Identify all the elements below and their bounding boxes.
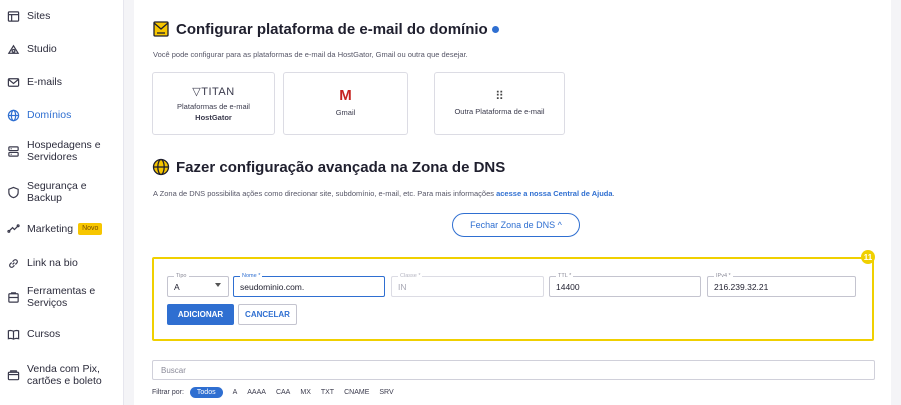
dns-section-title: Fazer configuração avançada na Zona de D… [152, 158, 505, 176]
sidebar-item-cursos[interactable]: Cursos [0, 327, 124, 341]
sidebar-item-label: Domínios [27, 109, 72, 121]
field-label: IPv4 * [714, 272, 733, 280]
sidebar-item-label: Marketing [27, 223, 74, 235]
dns-panel: Configurar plataforma de e-mail do domín… [134, 0, 891, 405]
name-field[interactable]: Nome * seudominio.com. [233, 272, 385, 297]
app-root: Sites Studio E-mails Domínios Hospedagen… [0, 0, 901, 405]
sidebar-item-label: Link na bio [27, 257, 78, 269]
globe-icon [152, 158, 170, 176]
globe-icon [6, 108, 20, 122]
sidebar-item-label: Segurança e Backup [27, 180, 87, 204]
sidebar-item-link-na-bio[interactable]: Link na bio [0, 256, 124, 270]
sidebar-item-label: Venda com Pix, cartões e boleto [27, 363, 102, 387]
filter-chip-mx[interactable]: MX [300, 389, 311, 396]
sidebar-item-label: Hospedagens e Servidores [27, 139, 101, 163]
ipv4-field[interactable]: IPv4 * 216.239.32.21 [707, 272, 856, 297]
field-value: IN [398, 282, 407, 292]
marketing-icon [6, 222, 20, 236]
payment-icon [6, 368, 20, 382]
email-section-title: Configurar plataforma de e-mail do domín… [152, 20, 499, 38]
platform-card-other[interactable]: ⠿ Outra Plataforma de e-mail [434, 72, 565, 135]
search-placeholder: Buscar [161, 366, 186, 375]
cancel-button[interactable]: CANCELAR [238, 304, 297, 325]
filter-chip-caa[interactable]: CAA [276, 389, 290, 396]
chevron-down-icon [215, 283, 221, 287]
field-value: 14400 [556, 282, 580, 292]
sidebar-item-emails[interactable]: E-mails [0, 75, 124, 89]
field-value: A [174, 282, 180, 292]
mail-config-icon [152, 20, 170, 38]
platform-card-gmail[interactable]: M Gmail [283, 72, 408, 135]
search-input[interactable]: Buscar [152, 360, 875, 380]
step-number-badge: 11 [861, 250, 875, 264]
studio-icon [6, 42, 20, 56]
sidebar-item-label: Ferramentas e Serviços [27, 285, 96, 309]
sidebar-item-dominios[interactable]: Domínios [0, 108, 124, 122]
field-value: seudominio.com. [240, 282, 305, 292]
sidebar-item-marketing[interactable]: Marketing Novo [0, 222, 124, 236]
sidebar-item-label: Sites [27, 10, 51, 22]
field-value: 216.239.32.21 [714, 282, 769, 292]
server-icon [6, 144, 20, 158]
filter-chip-cname[interactable]: CNAME [344, 389, 369, 396]
sidebar-item-hospedagens[interactable]: Hospedagens e Servidores [0, 139, 124, 163]
add-button[interactable]: ADICIONAR [167, 304, 234, 325]
page-title: Configurar plataforma de e-mail do domín… [176, 20, 488, 38]
gmail-icon: M [339, 87, 352, 104]
email-section-description: Você pode configurar para as plataformas… [153, 50, 468, 59]
filter-label: Filtrar por: [152, 389, 184, 396]
field-label: TTL * [556, 272, 574, 280]
new-badge: Novo [78, 223, 103, 235]
info-icon[interactable] [491, 25, 499, 33]
card-line: Plataformas de e-mail [177, 101, 250, 111]
mail-icon [6, 75, 20, 89]
titan-logo: ▽TITAN [192, 85, 235, 98]
dns-title-text: Fazer configuração avançada na Zona de D… [176, 158, 506, 176]
class-field: Classe * IN [391, 272, 544, 297]
close-dns-zone-button[interactable]: Fechar Zona de DNS ^ [452, 213, 580, 237]
filter-chip-todos[interactable]: Todos [189, 387, 223, 398]
sidebar-item-ferramentas[interactable]: Ferramentas e Serviços [0, 285, 124, 309]
filter-bar: Filtrar por: Todos A AAAA CAA MX TXT CNA… [152, 386, 404, 399]
sidebar-item-label: Cursos [27, 328, 61, 340]
field-label: Classe * [398, 272, 423, 280]
field-label: Nome * [240, 272, 263, 280]
browser-icon [6, 9, 20, 23]
apps-grid-icon: ⠿ [495, 89, 504, 103]
sidebar-item-venda-pix[interactable]: Venda com Pix, cartões e boleto [0, 363, 124, 387]
link-icon [6, 256, 20, 270]
record-type-select[interactable]: Tipo A [167, 272, 229, 297]
sidebar-item-label: E-mails [27, 76, 63, 88]
filter-chip-aaaa[interactable]: AAAA [247, 389, 266, 396]
card-line-bold: HostGator [195, 112, 232, 122]
sidebar: Sites Studio E-mails Domínios Hospedagen… [0, 0, 124, 405]
platform-card-titan[interactable]: ▽TITAN Plataformas de e-mail HostGator [152, 72, 275, 135]
filter-chip-srv[interactable]: SRV [379, 389, 393, 396]
field-label: Tipo [174, 272, 189, 280]
ttl-field[interactable]: TTL * 14400 [549, 272, 701, 297]
dns-section-description: A Zona de DNS possibilita ações como dir… [153, 189, 615, 198]
card-line: Gmail [335, 108, 356, 117]
card-line: Outra Plataforma de e-mail [454, 107, 545, 116]
shield-icon [6, 185, 20, 199]
book-icon [6, 327, 20, 341]
filter-chip-a[interactable]: A [233, 389, 238, 396]
sidebar-item-label: Studio [27, 43, 57, 55]
sidebar-item-studio[interactable]: Studio [0, 42, 124, 56]
sidebar-item-sites[interactable]: Sites [0, 9, 124, 23]
highlight-box [152, 257, 874, 341]
filter-chip-txt[interactable]: TXT [321, 389, 334, 396]
help-center-link[interactable]: acesse a nossa Central de Ajuda [496, 189, 612, 198]
sidebar-item-seguranca[interactable]: Segurança e Backup [0, 180, 124, 204]
main-content: Configurar plataforma de e-mail do domín… [134, 0, 901, 405]
tools-icon [6, 290, 20, 304]
